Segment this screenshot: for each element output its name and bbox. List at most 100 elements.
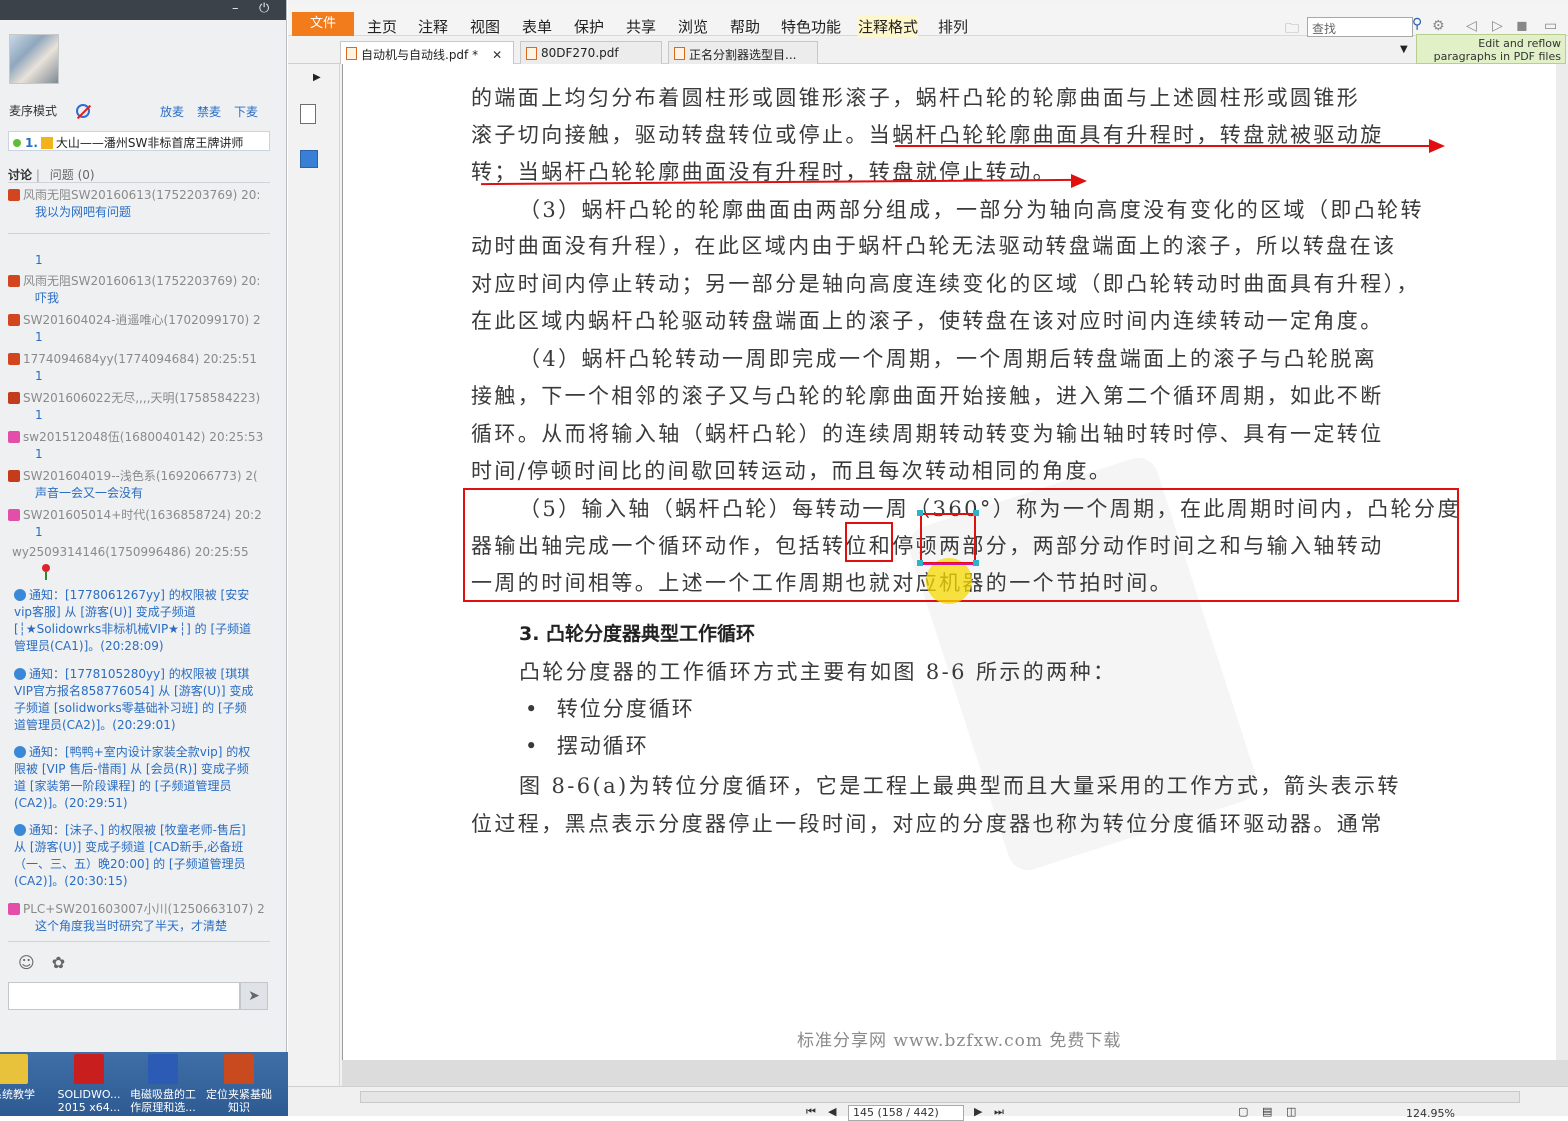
tab-document[interactable]: 正名分割器选型目... <box>668 41 818 64</box>
rectangle-annotation-selected[interactable] <box>920 513 976 564</box>
chat-message: 1 <box>35 253 43 267</box>
vertical-scrollbar[interactable] <box>1556 64 1568 1060</box>
word-doc-icon <box>148 1054 178 1084</box>
mic-queue-name: 大山——潘州SW非标首席王牌讲师 <box>55 136 244 150</box>
prev-page-icon[interactable]: ◀ <box>828 1105 836 1118</box>
resize-handle[interactable] <box>973 510 979 516</box>
ban-mic-button[interactable]: 禁麦 <box>197 103 221 120</box>
text-line: 的端面上均匀分布着圆柱形或圆锥形滚子，蜗杆凸轮的轮廓曲面与上述圆柱形或圆锥形 <box>471 86 1361 110</box>
tab-document[interactable]: 自动机与自动线.pdf * ✕ <box>340 41 514 64</box>
page-number-input[interactable]: 145 (158 / 442) <box>848 1105 964 1121</box>
mic-muted-icon[interactable] <box>76 104 90 118</box>
single-page-icon[interactable]: ▢ <box>1238 1105 1248 1118</box>
chat-message: wy2509314146(1750996486) 20:25:55 <box>12 545 249 559</box>
close-tab-icon[interactable]: ✕ <box>492 48 502 62</box>
text-line: 位过程，黑点表示分度器停止一段时间，对应的分度器也称为转位分度循环驱动器。通常 <box>471 812 1384 836</box>
info-icon <box>14 746 26 758</box>
text-line: 接触，下一个相邻的滚子又与凸轮的轮廓曲面开始接触，进入第二个循环周期，如此不断 <box>471 384 1384 408</box>
tab-document[interactable]: 80DF270.pdf <box>520 41 662 64</box>
tab-discussion[interactable]: 讨论 <box>8 168 32 182</box>
chat-message: sw201512048伍(1680040142) 20:25:53 1 <box>8 429 278 463</box>
resize-handle[interactable] <box>917 510 923 516</box>
tab-questions[interactable]: 问题 (0) <box>50 168 95 182</box>
avatar[interactable] <box>9 34 59 84</box>
text-line: 对应时间内停止转动；另一部分是轴向高度连续变化的区域（即凸轮转动时曲面具有升程）… <box>471 272 1420 296</box>
emoji-icon[interactable]: ☺ <box>18 953 35 972</box>
rectangle-annotation[interactable] <box>845 522 893 562</box>
flower-icon[interactable]: ✿ <box>52 953 65 972</box>
menu-arrange[interactable]: 排列 <box>938 16 968 37</box>
power-icon[interactable]: ⏻ <box>259 1 269 16</box>
next-page-icon[interactable]: ▶ <box>974 1105 982 1118</box>
arrow-annotation-head <box>1071 174 1087 188</box>
divider <box>8 233 270 234</box>
search-icon[interactable]: ⚲ <box>1412 16 1422 32</box>
taskbar-item[interactable]: 系统教学 <box>0 1052 48 1116</box>
notice-message: 通知：[1778105280yy] 的权限被 [琪琪VIP官方报名8587760… <box>14 667 254 732</box>
leave-mic-button[interactable]: 下麦 <box>234 103 258 120</box>
menu-share[interactable]: 共享 <box>626 16 656 37</box>
chat-input[interactable] <box>8 982 240 1010</box>
layers-icon[interactable] <box>300 150 318 168</box>
release-mic-button[interactable]: 放麦 <box>160 103 184 120</box>
search-input[interactable]: 查找 <box>1307 17 1413 37</box>
user-rank-icon <box>8 189 20 201</box>
continuous-page-icon[interactable]: ▤ <box>1262 1105 1272 1118</box>
first-page-icon[interactable]: ⏮ <box>806 1105 816 1119</box>
document-tabs: 自动机与自动线.pdf * ✕ 80DF270.pdf 正名分割器选型目... <box>288 38 1416 64</box>
send-button[interactable]: ➤ <box>240 982 268 1010</box>
tab-list-dropdown-icon[interactable]: ▼ <box>1400 44 1408 55</box>
menu-home[interactable]: 主页 <box>367 16 397 37</box>
menu-browse[interactable]: 浏览 <box>678 16 708 37</box>
list-item: • 摆动循环 <box>525 734 649 758</box>
resize-handle[interactable] <box>917 560 923 566</box>
two-page-icon[interactable]: ◫ <box>1286 1105 1296 1118</box>
menu-view[interactable]: 视图 <box>470 16 500 37</box>
zoom-level[interactable]: 124.95% <box>1406 1107 1455 1120</box>
window-icon[interactable]: ▭ <box>1544 18 1557 34</box>
gear-icon[interactable]: ⚙ <box>1432 18 1445 34</box>
menu-help[interactable]: 帮助 <box>730 16 760 37</box>
menu-form[interactable]: 表单 <box>522 16 552 37</box>
user-icon[interactable]: ◼ <box>1516 18 1528 34</box>
last-page-icon[interactable]: ⏭ <box>994 1105 1004 1119</box>
menu-comment-format[interactable]: 注释格式 <box>858 16 919 37</box>
taskbar-item[interactable]: 定位夹紧基础知识 <box>204 1052 274 1116</box>
forward-icon[interactable]: ▷ <box>1492 18 1503 34</box>
text-line: 时间/停顿时间比的间歇回转运动，而且每次转动相同的角度。 <box>471 459 1113 483</box>
menu-comment[interactable]: 注释 <box>418 16 448 37</box>
horizontal-scrollbar[interactable] <box>360 1091 1520 1103</box>
pdf-file-icon <box>346 47 357 60</box>
taskbar-item[interactable]: 电磁吸盘的工作原理和选... <box>128 1052 198 1116</box>
notice-message: 通知：[鸭鸭+室内设计家装全款vip] 的权限被 [VIP 售后-惜雨] 从 [… <box>14 745 251 810</box>
text-line: 凸轮分度器的工作循环方式主要有如图 8-6 所示的两种： <box>519 660 1117 684</box>
chat-panel: – ⏻ 麦序模式 放麦 禁麦 下麦 1. 大山——潘州SW非标首席王牌讲师 讨论 … <box>0 0 287 1052</box>
mic-queue-item[interactable]: 1. 大山——潘州SW非标首席王牌讲师 <box>8 131 270 151</box>
back-icon[interactable]: ◁ <box>1466 18 1477 34</box>
menu-protect[interactable]: 保护 <box>574 16 604 37</box>
menu-features[interactable]: 特色功能 <box>781 16 841 37</box>
file-menu-button[interactable]: 文件 <box>292 12 354 36</box>
notice-message: 通知：[1778061267yy] 的权限被 [安安vip客服] 从 [游客(U… <box>14 588 252 653</box>
pdf-reader-window: 文件 主页 注释 视图 表单 保护 共享 浏览 帮助 特色功能 注释格式 排列 … <box>288 0 1568 1121</box>
expand-panel-icon[interactable]: ▶ <box>313 72 321 83</box>
chat-message: SW201605014+时代(1636858724) 20:2 1 <box>8 507 278 541</box>
ppt-doc-icon <box>224 1054 254 1084</box>
page-thumbnails-icon[interactable] <box>300 104 316 124</box>
minimize-icon[interactable]: – <box>232 1 239 16</box>
underline-annotation[interactable] <box>895 145 1435 147</box>
mode-selector[interactable]: 麦序模式 <box>9 102 57 119</box>
chat-message: 1774094684yy(1774094684) 20:25:51 1 <box>8 351 278 385</box>
promo-banner[interactable]: Edit and reflow paragraphs in PDF files <box>1416 34 1566 64</box>
text-line: 在此区域内蜗杆凸轮驱动转盘端面上的滚子，使转盘在该对应时间内连续转动一定角度。 <box>471 309 1384 333</box>
online-dot-icon <box>13 139 21 147</box>
chat-message: SW201606022无尽,,,,天明(1758584223) 1 <box>8 390 278 424</box>
chat-message: SW201604019--浅色系(1692066773) 2( 声音一会又一会没… <box>8 468 278 502</box>
pdf-file-icon <box>674 47 685 60</box>
chat-tabs: 讨论 | 问题 (0) <box>8 168 95 182</box>
pdf-file-icon <box>526 47 537 60</box>
chat-message: PLC+SW201603007小川(1250663107) 2 这个角度我当时研… <box>8 901 278 935</box>
resize-handle[interactable] <box>973 560 979 566</box>
taskbar-item[interactable]: SOLIDWO... 2015 x64... <box>54 1052 124 1116</box>
notice-message: 通知：[沫子、] 的权限被 [牧童老师-售后] 从 [游客(U)] 变成子频道 … <box>14 823 246 888</box>
